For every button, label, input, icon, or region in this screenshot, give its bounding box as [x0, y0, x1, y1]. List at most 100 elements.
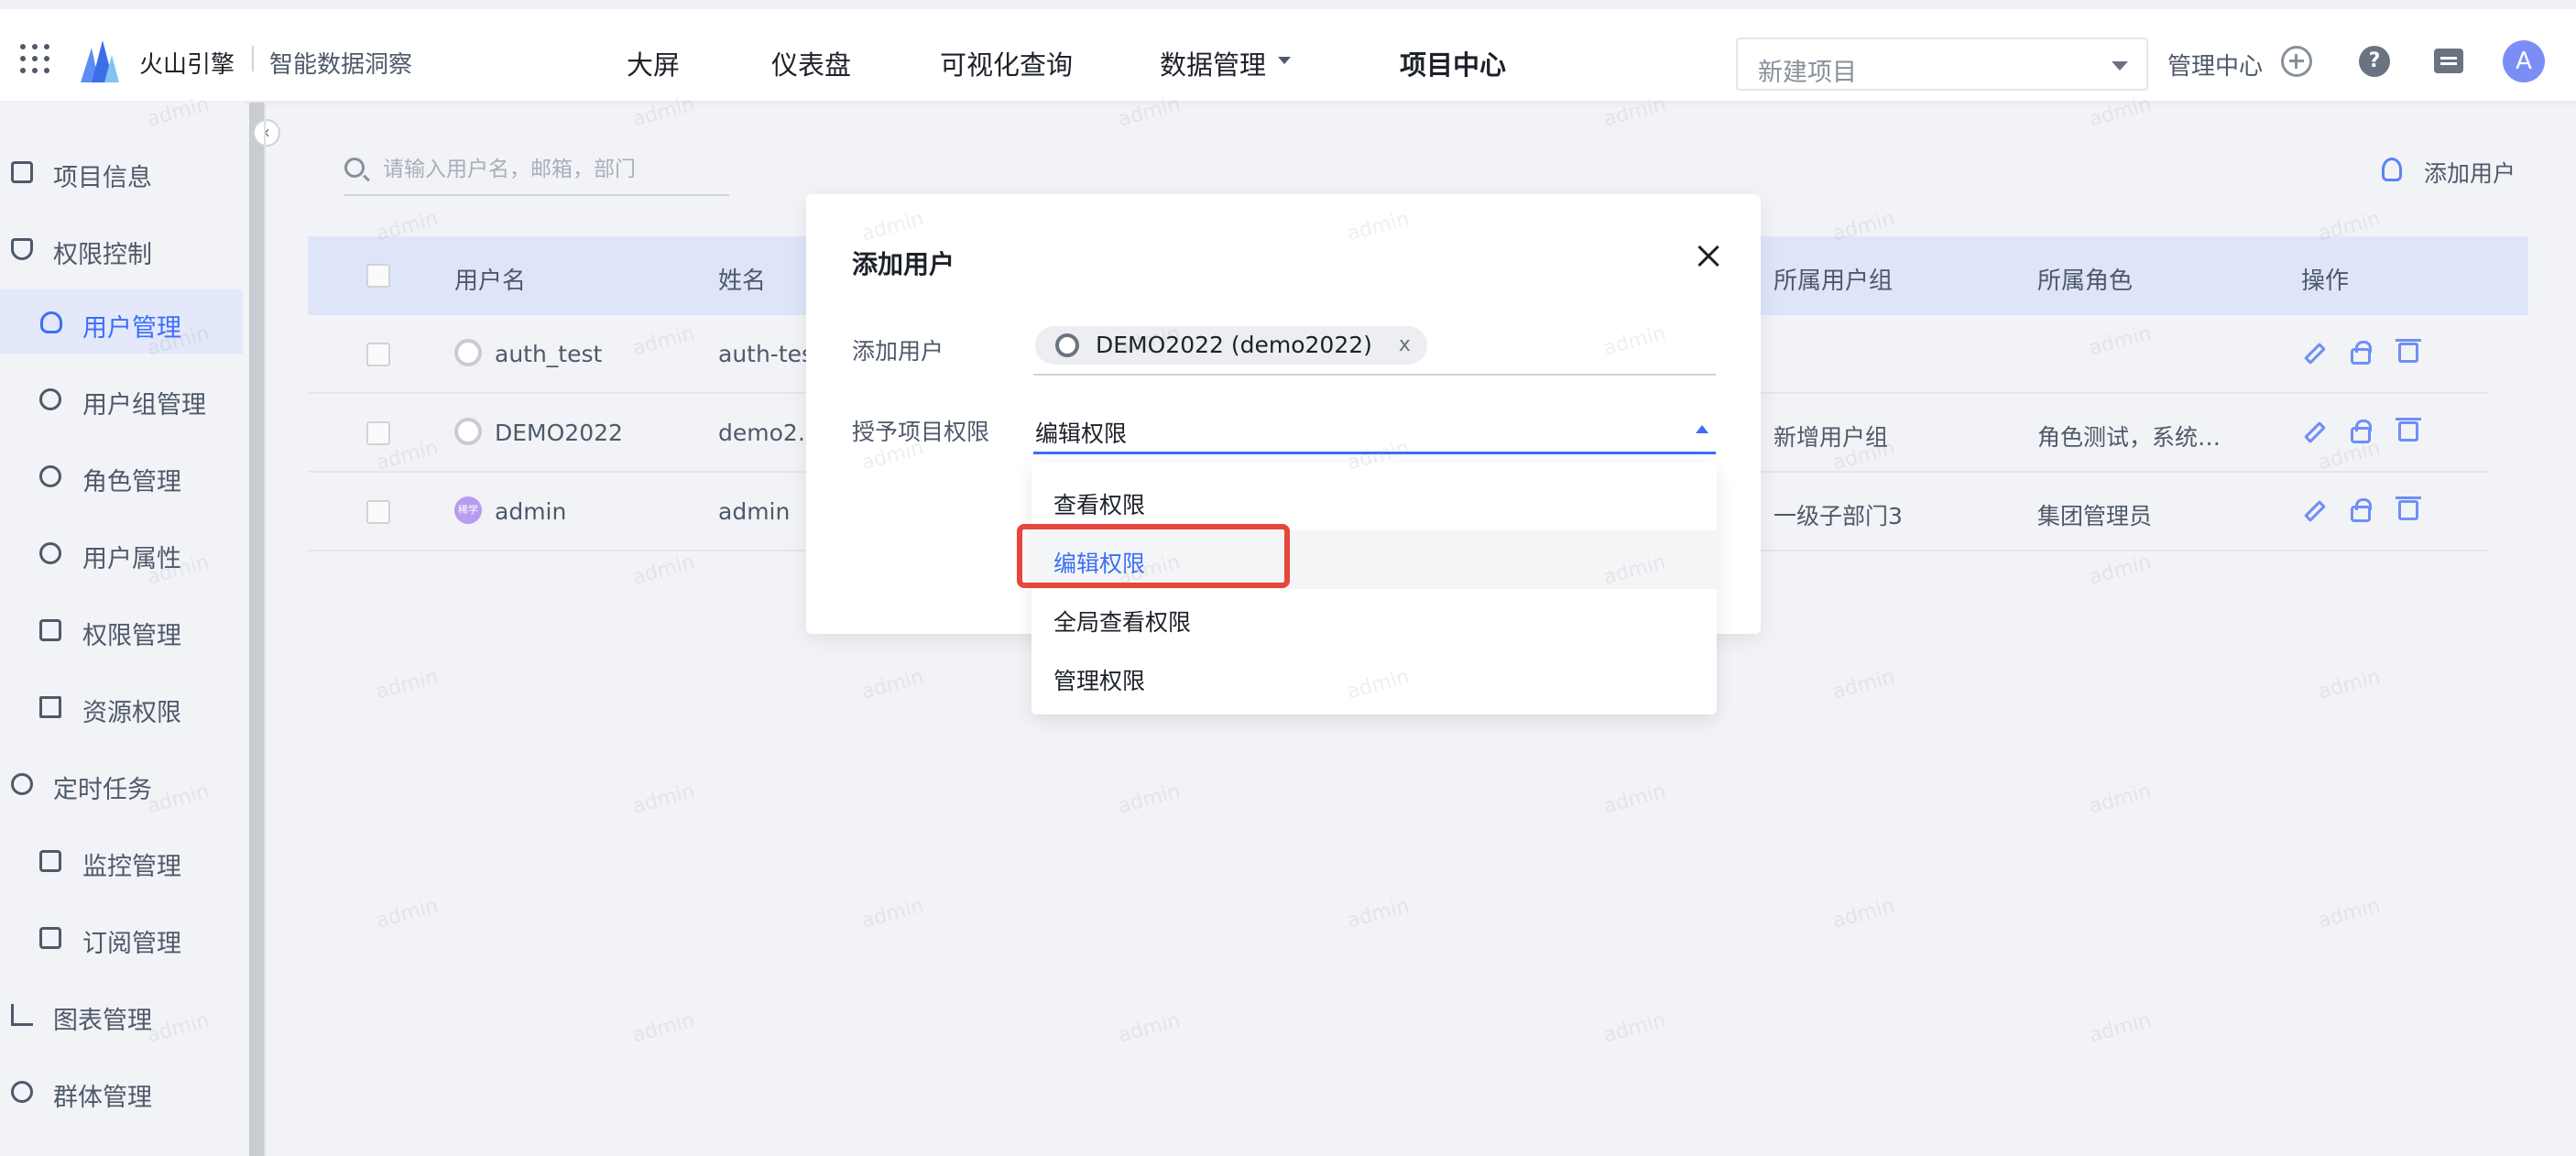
- sidebar-item-scheduled-tasks[interactable]: 定时任务: [0, 751, 243, 815]
- column-header-username: 用户名: [454, 267, 527, 295]
- user-picker-field[interactable]: DEMO2022 (demo2022) x: [1033, 324, 1716, 376]
- user-attr-icon: [39, 542, 61, 564]
- edit-icon[interactable]: [2303, 420, 2327, 444]
- option-label: 全局查看权限: [1053, 609, 1192, 636]
- user-avatar[interactable]: A: [2503, 40, 2545, 82]
- cell-name: admin: [718, 498, 791, 525]
- collapse-sidebar-button[interactable]: ‹: [253, 119, 280, 147]
- sidebar-item-permission-management[interactable]: 权限管理: [0, 597, 243, 661]
- admin-center-link[interactable]: 管理中心: [2167, 48, 2263, 82]
- sidebar-item-user-management[interactable]: 用户管理: [0, 289, 243, 354]
- sidebar-item-label: 定时任务: [53, 776, 152, 804]
- column-header-name: 姓名: [718, 267, 767, 295]
- sidebar-item-chart-management[interactable]: 图表管理: [0, 982, 243, 1046]
- nav-item-data-management[interactable]: 数据管理: [1160, 44, 1266, 82]
- watermark-text: admin: [373, 894, 441, 933]
- sidebar-item-user-attributes[interactable]: 用户属性: [0, 520, 243, 584]
- admin-center-icon[interactable]: [2281, 46, 2312, 77]
- nav-item-project-center[interactable]: 项目中心: [1400, 44, 1506, 82]
- watermark-text: admin: [2086, 551, 2154, 590]
- row-checkbox[interactable]: [366, 421, 390, 445]
- add-user-icon: [2382, 158, 2402, 181]
- users-icon: [39, 388, 61, 410]
- column-header-user-group: 所属用户组: [1774, 267, 1894, 295]
- bookmark-icon: [39, 927, 61, 949]
- dialog-title: 添加用户: [852, 249, 955, 279]
- sidebar-item-resource-permissions[interactable]: 资源权限: [0, 674, 243, 738]
- select-all-checkbox[interactable]: [366, 264, 390, 288]
- watermark-text: admin: [858, 894, 926, 933]
- watermark-text: admin: [1829, 665, 1897, 704]
- watermark-text: admin: [2315, 665, 2383, 704]
- remove-tag-icon[interactable]: x: [1399, 326, 1411, 365]
- column-header-actions: 操作: [2301, 267, 2350, 295]
- sidebar-item-group-management[interactable]: 群体管理: [0, 1059, 243, 1123]
- permission-select[interactable]: 编辑权限: [1033, 403, 1716, 454]
- sidebar-item-monitor-management[interactable]: 监控管理: [0, 828, 243, 892]
- lock-icon: [39, 619, 61, 641]
- user-avatar: [454, 339, 482, 366]
- nav-item-visual-query[interactable]: 可视化查询: [940, 44, 1073, 82]
- option-global-view-permission[interactable]: 全局查看权限: [1031, 589, 1717, 648]
- option-label: 查看权限: [1053, 492, 1146, 518]
- edit-icon[interactable]: [2303, 499, 2327, 523]
- row-checkbox[interactable]: [366, 343, 390, 366]
- group-icon: [11, 1081, 33, 1103]
- delete-icon[interactable]: [2396, 418, 2421, 442]
- sidebar-item-label: 订阅管理: [82, 930, 181, 958]
- volcengine-logo-icon: [81, 40, 119, 82]
- app-grid-icon[interactable]: [20, 44, 49, 73]
- role-icon: [39, 465, 61, 487]
- close-icon[interactable]: [1695, 242, 1722, 269]
- add-user-label: 添加用户: [2424, 160, 2516, 187]
- cell-username: admin: [495, 498, 567, 525]
- project-select[interactable]: 新建项目: [1736, 38, 2148, 91]
- sidebar-item-label: 权限管理: [82, 622, 181, 650]
- watermark-text: admin: [1115, 780, 1183, 819]
- sidebar-scrollbar[interactable]: [249, 103, 264, 1156]
- sidebar: 项目信息 权限控制 用户管理 用户组管理 角色管理 用户属性 权限管理 资源权限…: [0, 101, 243, 1156]
- sidebar-item-role-management[interactable]: 角色管理: [0, 443, 243, 507]
- sidebar-item-user-group-management[interactable]: 用户组管理: [0, 366, 243, 431]
- delete-icon[interactable]: [2396, 339, 2421, 363]
- selected-user-tag-label: DEMO2022 (demo2022): [1096, 332, 1372, 358]
- list-icon: [11, 161, 33, 183]
- highlight-annotation: [1017, 524, 1290, 588]
- nav-item-big-screen[interactable]: 大屏: [627, 44, 680, 82]
- option-view-permission[interactable]: 查看权限: [1031, 472, 1717, 530]
- edit-icon[interactable]: [2303, 342, 2327, 365]
- cell-username: auth_test: [495, 341, 603, 367]
- message-icon[interactable]: [2434, 49, 2463, 73]
- option-admin-permission[interactable]: 管理权限: [1031, 648, 1717, 706]
- permission-field-label: 授予项目权限: [852, 419, 990, 445]
- cell-user-group: 新增用户组: [1774, 424, 1889, 451]
- sidebar-item-project-info[interactable]: 项目信息: [0, 139, 243, 203]
- sidebar-item-label: 监控管理: [82, 853, 181, 881]
- lock-icon[interactable]: [2351, 420, 2372, 443]
- sidebar-item-permission-control[interactable]: 权限控制: [0, 216, 243, 280]
- sidebar-item-subscription-management[interactable]: 订阅管理: [0, 905, 243, 969]
- watermark-text: admin: [1829, 894, 1897, 933]
- lock-icon[interactable]: [2351, 341, 2372, 365]
- sidebar-item-label: 用户属性: [82, 545, 181, 573]
- lock-icon[interactable]: [2351, 498, 2372, 522]
- shield-icon: [11, 238, 33, 260]
- nav-item-dashboard[interactable]: 仪表盘: [771, 44, 851, 82]
- watermark-text: admin: [629, 1009, 697, 1048]
- chevron-down-icon[interactable]: [1278, 57, 1291, 64]
- search-input[interactable]: [383, 154, 722, 185]
- column-header-role: 所属角色: [2037, 267, 2134, 295]
- row-checkbox[interactable]: [366, 500, 390, 524]
- watermark-text: admin: [373, 665, 441, 704]
- selected-user-tag: DEMO2022 (demo2022) x: [1035, 326, 1427, 365]
- user-avatar: 稀学: [454, 496, 482, 524]
- help-icon[interactable]: ?: [2359, 46, 2390, 77]
- delete-icon[interactable]: [2396, 496, 2421, 520]
- watermark-text: admin: [2315, 894, 2383, 933]
- user-icon: [40, 311, 62, 333]
- main-area-divider: [264, 103, 266, 1156]
- chevron-down-icon: [2112, 61, 2128, 71]
- option-label: 管理权限: [1053, 668, 1146, 694]
- watermark-text: admin: [629, 780, 697, 819]
- monitor-icon: [39, 850, 61, 872]
